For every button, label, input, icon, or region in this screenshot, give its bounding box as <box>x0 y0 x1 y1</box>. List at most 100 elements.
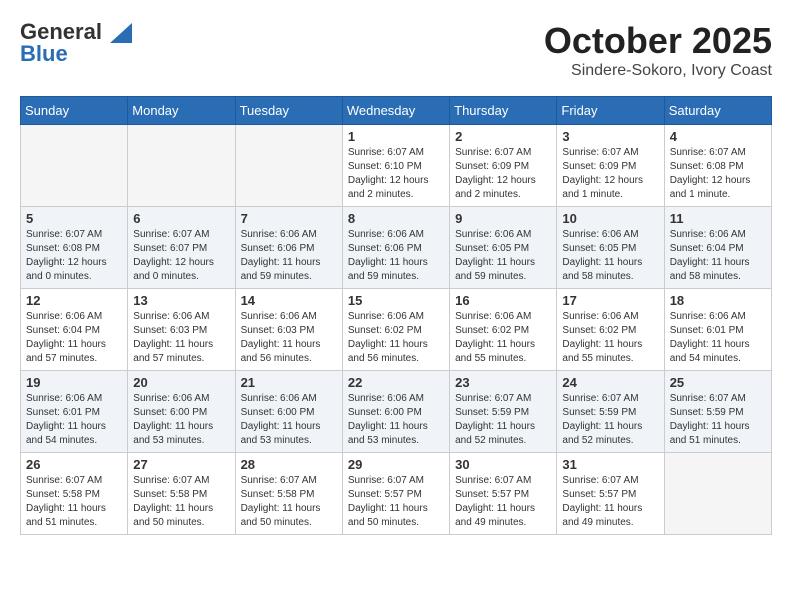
calendar-cell: 3 Sunrise: 6:07 AM Sunset: 6:09 PM Daylig… <box>557 125 664 207</box>
weekday-header: Friday <box>557 97 664 125</box>
calendar-row: 19 Sunrise: 6:06 AM Sunset: 6:01 PM Dayli… <box>21 371 772 453</box>
calendar-cell: 29Sunrise: 6:07 AM Sunset: 5:57 PM Dayli… <box>342 453 449 535</box>
cell-info: Sunrise: 6:07 AM Sunset: 5:57 PM Dayligh… <box>455 474 551 530</box>
calendar-cell: 5 Sunrise: 6:07 AM Sunset: 6:08 PM Daylig… <box>21 207 128 289</box>
day-number: 14 <box>241 293 337 308</box>
calendar-cell <box>21 125 128 207</box>
calendar-cell: 28 Sunrise: 6:07 AM Sunset: 5:58 PM Dayli… <box>235 453 342 535</box>
cell-info: Sunrise: 6:06 AM Sunset: 6:04 PM Dayligh… <box>26 310 122 366</box>
day-number: 10 <box>562 211 658 226</box>
calendar-cell: 19 Sunrise: 6:06 AM Sunset: 6:01 PM Dayli… <box>21 371 128 453</box>
calendar-cell: 14 Sunrise: 6:06 AM Sunset: 6:03 PM Dayli… <box>235 289 342 371</box>
day-number: 8 <box>348 211 444 226</box>
day-number: 23 <box>455 375 551 390</box>
day-number: 1 <box>348 129 444 144</box>
weekday-header: Sunday <box>21 97 128 125</box>
cell-info: Sunrise: 6:06 AM Sunset: 6:00 PM Dayligh… <box>133 392 229 448</box>
weekday-header: Saturday <box>664 97 771 125</box>
logo: General Blue <box>20 20 132 66</box>
cell-info: Sunrise: 6:07 AM Sunset: 5:59 PM Dayligh… <box>562 392 658 448</box>
day-number: 17 <box>562 293 658 308</box>
calendar-cell: 11 Sunrise: 6:06 AM Sunset: 6:04 PM Dayli… <box>664 207 771 289</box>
calendar-cell: 4 Sunrise: 6:07 AM Sunset: 6:08 PM Daylig… <box>664 125 771 207</box>
cell-info: Sunrise: 6:06 AM Sunset: 6:01 PM Dayligh… <box>26 392 122 448</box>
month-title: October 2025 <box>544 20 772 62</box>
day-number: 29 <box>348 457 444 472</box>
calendar-cell: 26Sunrise: 6:07 AM Sunset: 5:58 PM Dayli… <box>21 453 128 535</box>
cell-info: Sunrise: 6:07 AM Sunset: 6:10 PM Dayligh… <box>348 146 444 202</box>
logo-icon <box>110 23 132 43</box>
day-number: 24 <box>562 375 658 390</box>
day-number: 2 <box>455 129 551 144</box>
day-number: 27 <box>133 457 229 472</box>
cell-info: Sunrise: 6:07 AM Sunset: 5:58 PM Dayligh… <box>133 474 229 530</box>
calendar-cell: 25 Sunrise: 6:07 AM Sunset: 5:59 PM Dayli… <box>664 371 771 453</box>
cell-info: Sunrise: 6:06 AM Sunset: 6:00 PM Dayligh… <box>348 392 444 448</box>
cell-info: Sunrise: 6:07 AM Sunset: 5:58 PM Dayligh… <box>26 474 122 530</box>
day-number: 19 <box>26 375 122 390</box>
cell-info: Sunrise: 6:07 AM Sunset: 5:58 PM Dayligh… <box>241 474 337 530</box>
calendar-cell: 6 Sunrise: 6:07 AM Sunset: 6:07 PM Daylig… <box>128 207 235 289</box>
calendar-row: 1 Sunrise: 6:07 AM Sunset: 6:10 PM Daylig… <box>21 125 772 207</box>
cell-info: Sunrise: 6:07 AM Sunset: 6:07 PM Dayligh… <box>133 228 229 284</box>
calendar-row: 12Sunrise: 6:06 AM Sunset: 6:04 PM Dayli… <box>21 289 772 371</box>
day-number: 5 <box>26 211 122 226</box>
calendar-cell: 10 Sunrise: 6:06 AM Sunset: 6:05 PM Dayli… <box>557 207 664 289</box>
day-number: 6 <box>133 211 229 226</box>
weekday-header: Monday <box>128 97 235 125</box>
calendar-cell: 21 Sunrise: 6:06 AM Sunset: 6:00 PM Dayli… <box>235 371 342 453</box>
calendar-cell: 7Sunrise: 6:06 AM Sunset: 6:06 PM Daylig… <box>235 207 342 289</box>
cell-info: Sunrise: 6:07 AM Sunset: 6:08 PM Dayligh… <box>670 146 766 202</box>
calendar-cell: 20Sunrise: 6:06 AM Sunset: 6:00 PM Dayli… <box>128 371 235 453</box>
calendar-cell: 8 Sunrise: 6:06 AM Sunset: 6:06 PM Daylig… <box>342 207 449 289</box>
calendar-cell: 13 Sunrise: 6:06 AM Sunset: 6:03 PM Dayli… <box>128 289 235 371</box>
cell-info: Sunrise: 6:07 AM Sunset: 6:08 PM Dayligh… <box>26 228 122 284</box>
cell-info: Sunrise: 6:06 AM Sunset: 6:00 PM Dayligh… <box>241 392 337 448</box>
cell-info: Sunrise: 6:07 AM Sunset: 5:59 PM Dayligh… <box>670 392 766 448</box>
cell-info: Sunrise: 6:06 AM Sunset: 6:04 PM Dayligh… <box>670 228 766 284</box>
cell-info: Sunrise: 6:06 AM Sunset: 6:02 PM Dayligh… <box>455 310 551 366</box>
calendar-cell: 22Sunrise: 6:06 AM Sunset: 6:00 PM Dayli… <box>342 371 449 453</box>
calendar-cell: 1 Sunrise: 6:07 AM Sunset: 6:10 PM Daylig… <box>342 125 449 207</box>
cell-info: Sunrise: 6:07 AM Sunset: 5:57 PM Dayligh… <box>562 474 658 530</box>
cell-info: Sunrise: 6:06 AM Sunset: 6:05 PM Dayligh… <box>562 228 658 284</box>
day-number: 9 <box>455 211 551 226</box>
calendar-cell: 9Sunrise: 6:06 AM Sunset: 6:05 PM Daylig… <box>450 207 557 289</box>
calendar-cell: 31 Sunrise: 6:07 AM Sunset: 5:57 PM Dayli… <box>557 453 664 535</box>
weekday-header-row: SundayMondayTuesdayWednesdayThursdayFrid… <box>21 97 772 125</box>
cell-info: Sunrise: 6:06 AM Sunset: 6:02 PM Dayligh… <box>348 310 444 366</box>
calendar-table: SundayMondayTuesdayWednesdayThursdayFrid… <box>20 96 772 535</box>
cell-info: Sunrise: 6:06 AM Sunset: 6:03 PM Dayligh… <box>133 310 229 366</box>
day-number: 31 <box>562 457 658 472</box>
day-number: 4 <box>670 129 766 144</box>
day-number: 3 <box>562 129 658 144</box>
day-number: 25 <box>670 375 766 390</box>
cell-info: Sunrise: 6:06 AM Sunset: 6:01 PM Dayligh… <box>670 310 766 366</box>
location: Sindere-Sokoro, Ivory Coast <box>544 62 772 80</box>
title-block: October 2025 Sindere-Sokoro, Ivory Coast <box>544 20 772 80</box>
calendar-row: 5 Sunrise: 6:07 AM Sunset: 6:08 PM Daylig… <box>21 207 772 289</box>
calendar-cell: 17Sunrise: 6:06 AM Sunset: 6:02 PM Dayli… <box>557 289 664 371</box>
calendar-cell: 15 Sunrise: 6:06 AM Sunset: 6:02 PM Dayli… <box>342 289 449 371</box>
weekday-header: Wednesday <box>342 97 449 125</box>
weekday-header: Tuesday <box>235 97 342 125</box>
calendar-cell: 16Sunrise: 6:06 AM Sunset: 6:02 PM Dayli… <box>450 289 557 371</box>
day-number: 28 <box>241 457 337 472</box>
day-number: 21 <box>241 375 337 390</box>
calendar-cell: 27 Sunrise: 6:07 AM Sunset: 5:58 PM Dayli… <box>128 453 235 535</box>
cell-info: Sunrise: 6:07 AM Sunset: 6:09 PM Dayligh… <box>562 146 658 202</box>
cell-info: Sunrise: 6:06 AM Sunset: 6:03 PM Dayligh… <box>241 310 337 366</box>
calendar-cell <box>235 125 342 207</box>
calendar-cell: 23Sunrise: 6:07 AM Sunset: 5:59 PM Dayli… <box>450 371 557 453</box>
day-number: 30 <box>455 457 551 472</box>
day-number: 18 <box>670 293 766 308</box>
page-header: General Blue October 2025 Sindere-Sokoro… <box>20 20 772 80</box>
day-number: 15 <box>348 293 444 308</box>
calendar-cell: 24 Sunrise: 6:07 AM Sunset: 5:59 PM Dayli… <box>557 371 664 453</box>
cell-info: Sunrise: 6:06 AM Sunset: 6:06 PM Dayligh… <box>348 228 444 284</box>
calendar-cell <box>128 125 235 207</box>
day-number: 13 <box>133 293 229 308</box>
day-number: 7 <box>241 211 337 226</box>
calendar-cell: 30 Sunrise: 6:07 AM Sunset: 5:57 PM Dayli… <box>450 453 557 535</box>
day-number: 11 <box>670 211 766 226</box>
